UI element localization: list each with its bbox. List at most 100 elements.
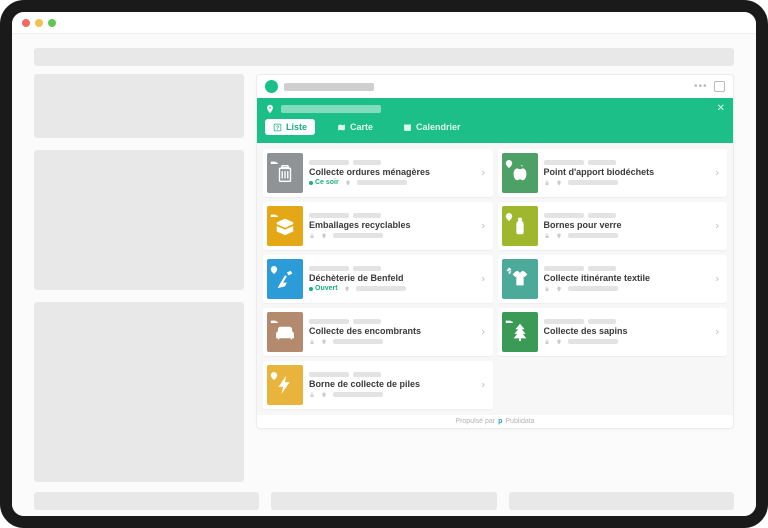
tab-list-label: Liste (286, 122, 307, 132)
pin-icon (556, 233, 562, 239)
card-title: Borne de collecte de piles (309, 379, 474, 390)
card-status: Ouvert (309, 285, 338, 292)
card-body: Collecte des encombrants (309, 319, 474, 345)
card-title: Collecte itinérante textile (544, 273, 709, 284)
card-sofa[interactable]: Collecte des encombrants (263, 308, 493, 356)
bolt-icon-tile (267, 365, 303, 405)
trash-icon-tile (267, 153, 303, 193)
powered-prefix: Propulsé par (455, 418, 495, 425)
chevron-right-icon (480, 380, 486, 390)
window-titlebar (12, 12, 756, 34)
card-title: Déchèterie de Benfeld (309, 273, 474, 284)
cards-grid: Collecte ordures ménagères Ce soir Point… (257, 143, 733, 415)
lock-icon (544, 180, 550, 186)
tab-calendar[interactable]: Calendrier (395, 119, 469, 135)
card-body: Collecte ordures ménagères Ce soir (309, 160, 474, 187)
page: ••• ✕ ? Liste (12, 48, 756, 528)
card-title: Collecte des sapins (544, 326, 709, 337)
card-title: Emballages recyclables (309, 220, 474, 231)
location-placeholder (281, 105, 381, 113)
tree-icon-tile (502, 312, 538, 352)
tab-list[interactable]: ? Liste (265, 119, 315, 135)
list-icon: ? (273, 123, 282, 132)
pin-icon (556, 339, 562, 345)
pin-icon (321, 339, 327, 345)
card-title: Bornes pour verre (544, 220, 709, 231)
tshirt-icon-tile (502, 259, 538, 299)
calendar-icon (403, 123, 412, 132)
publidata-logo[interactable]: p (498, 418, 502, 425)
powered-brand[interactable]: Publidata (505, 418, 534, 425)
card-bolt[interactable]: Borne de collecte de piles (263, 361, 493, 409)
card-body: Collecte itinérante textile (544, 266, 709, 292)
sidebar-placeholder-1 (34, 74, 244, 138)
card-body: Borne de collecte de piles (309, 372, 474, 398)
chevron-right-icon (714, 274, 720, 284)
card-box[interactable]: Emballages recyclables (263, 202, 493, 250)
chevron-right-icon (480, 168, 486, 178)
card-title: Collecte ordures ménagères (309, 167, 474, 178)
footer-placeholder-3 (509, 492, 734, 510)
close-icon[interactable]: ✕ (717, 103, 725, 114)
scope-icon-tile (267, 259, 303, 299)
more-menu-icon[interactable]: ••• (694, 81, 706, 92)
card-apple[interactable]: Point d'apport biodéchets (498, 149, 728, 197)
chevron-right-icon (714, 168, 720, 178)
card-tshirt[interactable]: Collecte itinérante textile (498, 255, 728, 303)
card-bottle[interactable]: Bornes pour verre (498, 202, 728, 250)
card-body: Collecte des sapins (544, 319, 709, 345)
card-body: Déchèterie de Benfeld Ouvert (309, 266, 474, 293)
sofa-icon-tile (267, 312, 303, 352)
chevron-right-icon (480, 327, 486, 337)
tab-row: ? Liste Carte Calendrier (257, 119, 733, 143)
box-icon-tile (267, 206, 303, 246)
device-frame: ••• ✕ ? Liste (0, 0, 768, 528)
pin-icon (344, 286, 350, 292)
left-column (34, 74, 244, 482)
chevron-right-icon (480, 274, 486, 284)
pin-icon (345, 180, 351, 186)
svg-text:?: ? (276, 125, 279, 131)
window-close-dot[interactable] (22, 19, 30, 27)
location-bar: ✕ (257, 98, 733, 119)
lock-icon (544, 286, 550, 292)
card-title: Collecte des encombrants (309, 326, 474, 337)
card-scope[interactable]: Déchèterie de Benfeld Ouvert (263, 255, 493, 303)
tab-calendar-label: Calendrier (416, 122, 461, 132)
lock-icon (309, 339, 315, 345)
tab-map-label: Carte (350, 122, 373, 132)
pin-icon (321, 233, 327, 239)
brand-label-placeholder (284, 83, 374, 91)
footer-placeholder-1 (34, 492, 259, 510)
brand-dot-icon (265, 80, 278, 93)
card-status: Ce soir (309, 179, 339, 186)
footer-placeholder-2 (271, 492, 496, 510)
pin-icon (265, 104, 275, 114)
pin-icon (556, 286, 562, 292)
card-tree[interactable]: Collecte des sapins (498, 308, 728, 356)
waste-widget: ••• ✕ ? Liste (256, 74, 734, 429)
lock-icon (309, 233, 315, 239)
window-minimize-dot[interactable] (35, 19, 43, 27)
card-title: Point d'apport biodéchets (544, 167, 709, 178)
bottom-row (12, 492, 756, 510)
lock-icon (309, 392, 315, 398)
powered-by: Propulsé par p Publidata (257, 415, 733, 428)
chevron-right-icon (714, 221, 720, 231)
apple-icon-tile (502, 153, 538, 193)
expand-icon[interactable] (714, 81, 725, 92)
pin-icon (556, 180, 562, 186)
lock-icon (544, 339, 550, 345)
chevron-right-icon (714, 327, 720, 337)
card-trash[interactable]: Collecte ordures ménagères Ce soir (263, 149, 493, 197)
sidebar-placeholder-2 (34, 150, 244, 290)
pin-icon (321, 392, 327, 398)
chevron-right-icon (480, 221, 486, 231)
map-icon (337, 123, 346, 132)
tab-map[interactable]: Carte (329, 119, 381, 135)
card-body: Emballages recyclables (309, 213, 474, 239)
sidebar-placeholder-3 (34, 302, 244, 482)
widget-header: ••• (257, 75, 733, 98)
window-zoom-dot[interactable] (48, 19, 56, 27)
card-body: Bornes pour verre (544, 213, 709, 239)
